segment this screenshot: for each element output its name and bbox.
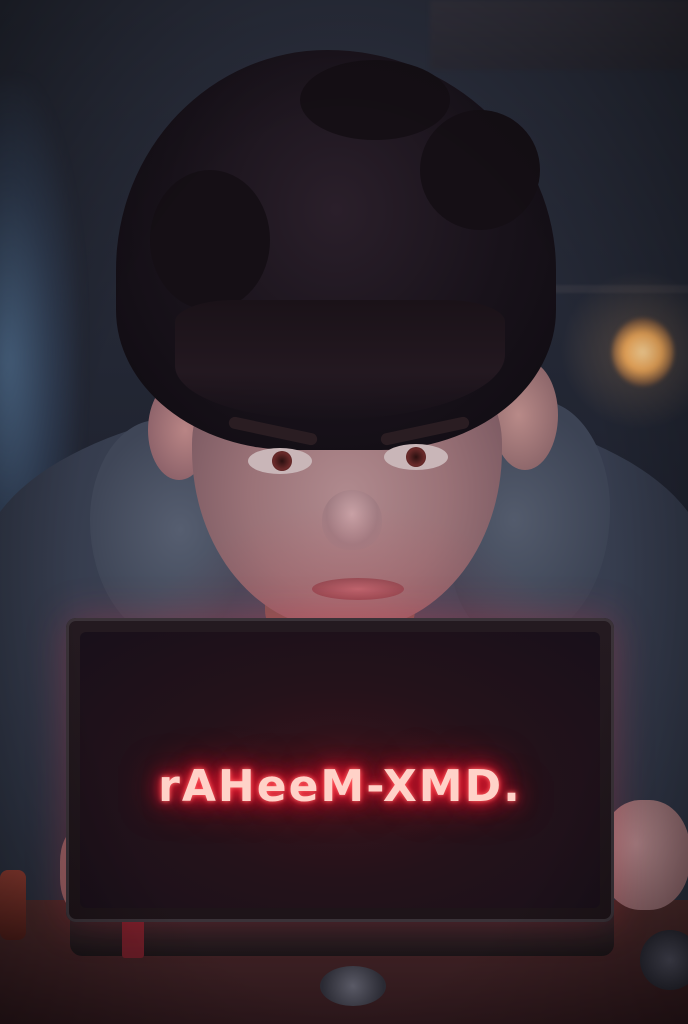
hair-tuft [300, 60, 450, 140]
pupil-right [406, 447, 426, 467]
background-shelf-top [430, 0, 688, 70]
laptop: rAHeeM-XMD. [66, 618, 614, 922]
pupil-left [272, 451, 292, 471]
photo-scene: rAHeeM-XMD. [0, 0, 688, 1024]
hair-tuft [150, 170, 270, 310]
laptop-hinge-accent [122, 918, 144, 958]
eye-right [384, 444, 448, 470]
laptop-screen: rAHeeM-XMD. [80, 632, 600, 908]
hair-tuft [420, 110, 540, 230]
lamp-bulb [612, 318, 674, 386]
eye-left [248, 448, 312, 474]
table-object [320, 966, 386, 1006]
screen-text: rAHeeM-XMD. [158, 760, 522, 812]
table-object [0, 870, 26, 940]
